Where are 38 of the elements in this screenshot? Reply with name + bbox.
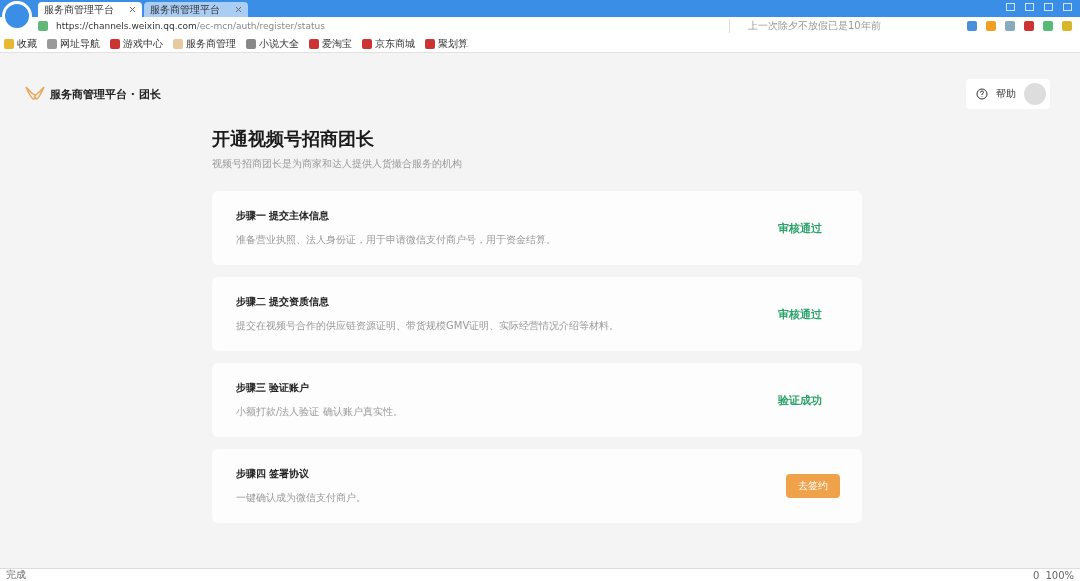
status-count: 0 — [1033, 569, 1040, 581]
step-status: 审核通过 — [778, 220, 822, 236]
zoom-level[interactable]: 100% — [1045, 569, 1074, 581]
step-description: 小额打款/法人验证 确认账户真实性。 — [236, 405, 403, 419]
window-control-icon[interactable] — [1063, 3, 1072, 11]
bookmark-link[interactable]: 收藏 — [4, 36, 37, 51]
step-title: 步骤三 验证账户 — [236, 381, 311, 395]
step-title: 步骤四 签署协议 — [236, 467, 311, 481]
help-button[interactable]: 帮助 — [966, 79, 1050, 109]
bookmark-link[interactable]: 游戏中心 — [110, 36, 163, 51]
browser-tab[interactable]: 服务商管理平台 — [38, 2, 142, 17]
step-status: 审核通过 — [778, 306, 822, 322]
bookmark-link[interactable]: 网址导航 — [47, 36, 100, 51]
page-subtitle: 视频号招商团长是为商家和达人提供人货撮合服务的机构 — [212, 157, 463, 171]
brand-title: 服务商管理平台 · 团长 — [50, 86, 161, 102]
step-title: 步骤一 提交主体信息 — [236, 209, 331, 223]
help-icon — [976, 88, 988, 100]
browser-tab[interactable]: 服务商管理平台 — [144, 2, 248, 17]
bookmark-link[interactable]: 爱淘宝 — [309, 36, 352, 51]
page-title: 开通视频号招商团长 — [212, 127, 375, 151]
step-title: 步骤二 提交资质信息 — [236, 295, 331, 309]
bookmark-link[interactable]: 服务商管理 — [173, 36, 236, 51]
brand-logo-icon — [24, 85, 46, 103]
browser-logo-icon[interactable] — [2, 1, 32, 31]
bookmark-link[interactable]: 小说大全 — [246, 36, 299, 51]
window-control-icon[interactable] — [1044, 3, 1053, 11]
step-description: 准备营业执照、法人身份证，用于申请微信支付商户号，用于资金结算。 — [236, 233, 556, 247]
window-control-icon[interactable] — [1025, 3, 1034, 11]
url-field[interactable]: https://channels.weixin.qq.com/ec-mcn/auth/register/status — [56, 21, 325, 31]
step-description: 提交在视频号合作的供应链资源证明、带货规模GMV证明、实际经营情况介绍等材料。 — [236, 319, 620, 333]
bookmark-link[interactable]: 京东商城 — [362, 36, 415, 51]
window-control-icon[interactable] — [1006, 3, 1015, 11]
close-icon[interactable] — [129, 6, 136, 13]
step-status: 验证成功 — [778, 392, 822, 408]
close-icon[interactable] — [235, 6, 242, 13]
bookmark-link[interactable]: 聚划算 — [425, 36, 468, 51]
status-text: 完成 — [6, 568, 26, 581]
step-description: 一键确认成为微信支付商户。 — [236, 491, 366, 505]
